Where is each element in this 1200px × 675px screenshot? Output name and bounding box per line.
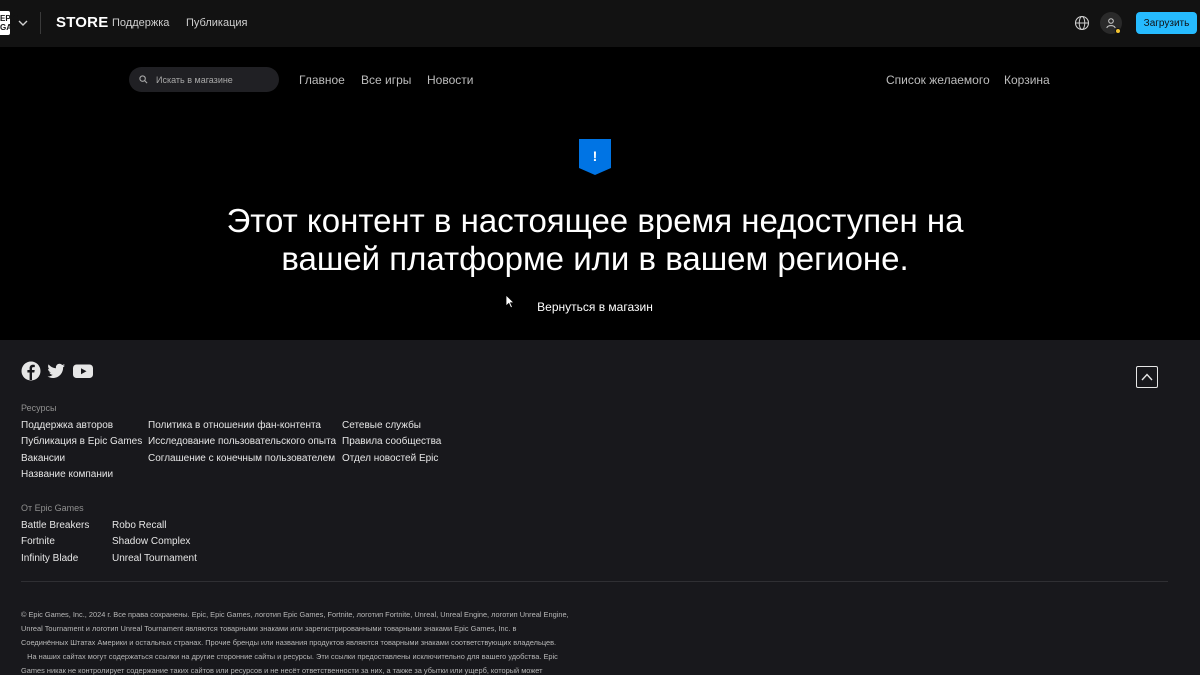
footer-link[interactable]: Вакансии — [21, 453, 65, 464]
resources-title: Ресурсы — [21, 403, 57, 413]
legal-line: Соединённых Штатах Америки и остальных с… — [21, 638, 557, 647]
nav-cart[interactable]: Корзина — [1004, 73, 1050, 87]
legal-text: © Epic Games, Inc., 2024 г. Все права со… — [21, 608, 591, 675]
games-title: От Epic Games — [21, 503, 84, 513]
store-search[interactable] — [129, 67, 279, 92]
alert-badge-symbol: ! — [593, 148, 598, 164]
globe-icon[interactable] — [1074, 15, 1090, 31]
footer-divider — [21, 581, 1168, 582]
footer-link[interactable]: Поддержка авторов — [21, 420, 113, 431]
mouse-cursor-icon — [505, 294, 515, 309]
search-icon — [139, 75, 148, 84]
store-label[interactable]: STORE — [56, 14, 108, 31]
unavailable-headline: Этот контент в настоящее время недоступе… — [150, 202, 1040, 278]
user-icon — [1106, 18, 1116, 29]
headline-line-2: вашей платформе или в вашем регионе. — [281, 240, 909, 277]
footer-link[interactable]: Политика в отношении фан-контента — [148, 420, 321, 431]
alert-badge-icon: ! — [579, 139, 611, 175]
footer-link[interactable]: Исследование пользовательского опыта — [148, 436, 336, 447]
footer-link[interactable]: Публикация в Epic Games — [21, 436, 142, 447]
topbar-divider — [40, 12, 41, 34]
chevron-down-icon[interactable] — [17, 17, 29, 29]
nav-browse[interactable]: Все игры — [361, 73, 411, 87]
download-button[interactable]: Загрузить — [1136, 12, 1197, 34]
footer-link[interactable]: Название компании — [21, 469, 113, 480]
footer-link[interactable]: Отдел новостей Epic — [342, 453, 438, 464]
facebook-icon[interactable] — [21, 361, 41, 381]
footer-game-link[interactable]: Fortnite — [21, 536, 55, 547]
back-to-top-button[interactable] — [1136, 366, 1158, 388]
headline-line-1: Этот контент в настоящее время недоступе… — [226, 202, 964, 239]
nav-news[interactable]: Новости — [427, 73, 473, 87]
footer-link[interactable]: Правила сообщества — [342, 436, 441, 447]
chevron-up-icon — [1141, 373, 1153, 381]
footer-game-link[interactable]: Robo Recall — [112, 520, 166, 531]
legal-line: © Epic Games, Inc., 2024 г. Все права со… — [21, 610, 569, 619]
footer: Ресурсы Поддержка авторов Публикация в E… — [0, 340, 1200, 675]
epic-games-logo[interactable]: EPIC GAMES — [0, 11, 29, 35]
top-bar: EPIC GAMES STORE Поддержка Публикация За… — [0, 0, 1200, 47]
support-link[interactable]: Поддержка — [112, 17, 169, 29]
legal-line: На наших сайтах могут содержаться ссылки… — [21, 652, 558, 661]
youtube-icon[interactable] — [72, 361, 94, 381]
logo-mark: EPIC GAMES — [0, 11, 29, 35]
footer-link[interactable]: Соглашение с конечным пользователем — [148, 453, 335, 464]
status-dot — [1115, 28, 1121, 34]
footer-game-link[interactable]: Infinity Blade — [21, 553, 78, 564]
search-input[interactable] — [156, 74, 266, 85]
footer-game-link[interactable]: Battle Breakers — [21, 520, 89, 531]
publishing-link[interactable]: Публикация — [186, 17, 247, 29]
nav-wishlist[interactable]: Список желаемого — [886, 73, 990, 87]
footer-game-link[interactable]: Unreal Tournament — [112, 553, 197, 564]
back-to-store-link[interactable]: Вернуться в магазин — [500, 300, 690, 314]
footer-game-link[interactable]: Shadow Complex — [112, 536, 190, 547]
twitter-icon[interactable] — [46, 361, 66, 381]
legal-line: Unreal Tournament и логотип Unreal Tourn… — [21, 624, 517, 633]
legal-line: Games никак не контролирует содержание т… — [21, 666, 543, 675]
nav-discover[interactable]: Главное — [299, 73, 345, 87]
footer-link[interactable]: Сетевые службы — [342, 420, 421, 431]
